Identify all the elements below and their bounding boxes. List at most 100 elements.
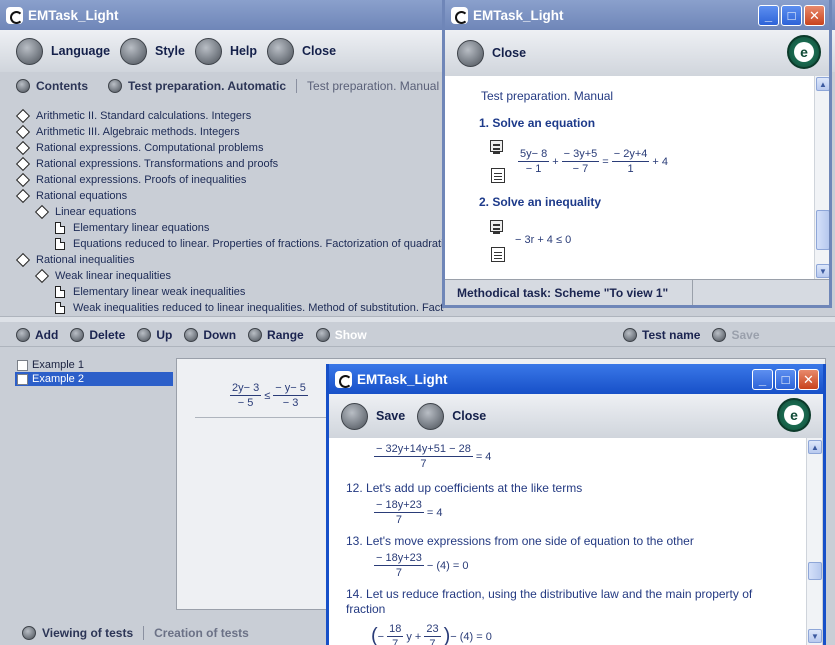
down-button[interactable]: Down [184, 328, 236, 342]
fraction: − 18y+23 7 [374, 499, 424, 526]
folder-diamond-icon [15, 252, 31, 268]
example-checkbox[interactable] [17, 373, 28, 385]
tree-item-label: Arithmetic II. Standard calculations. In… [36, 110, 252, 122]
tree-item[interactable]: Arithmetic II. Standard calculations. In… [14, 108, 444, 124]
orb-icon [108, 79, 122, 93]
tree-item[interactable]: Weak linear inequalities [14, 268, 444, 284]
tree-item[interactable]: Rational inequalities [14, 252, 444, 268]
scroll-up-icon[interactable]: ▲ [808, 440, 822, 454]
orb-icon [120, 37, 148, 65]
orb-icon [457, 39, 484, 67]
manual-toolbar: Close e [445, 30, 829, 76]
example-item[interactable]: Example 2 [15, 372, 173, 386]
close-button[interactable]: Close [267, 37, 336, 65]
up-button[interactable]: Up [137, 328, 172, 342]
orb-icon [184, 328, 199, 342]
folder-diamond-icon [15, 172, 31, 188]
close-icon[interactable]: ✕ [798, 369, 819, 390]
scroll-thumb[interactable] [816, 210, 829, 250]
orb-icon [16, 328, 30, 342]
minimize-icon[interactable]: _ [758, 5, 779, 26]
style-button[interactable]: Style [120, 37, 185, 65]
range-button[interactable]: Range [248, 328, 304, 342]
manual-close-button[interactable]: Close [457, 39, 526, 67]
tree-item[interactable]: Linear equations [14, 204, 444, 220]
orb-icon [315, 328, 330, 342]
test-name-button[interactable]: Test name [623, 328, 700, 342]
language-button[interactable]: Language [16, 37, 110, 65]
tree-item[interactable]: Rational expressions. Computational prob… [14, 140, 444, 156]
status-text: Methodical task: Scheme "To view 1" [445, 280, 693, 305]
example-item[interactable]: Example 1 [15, 358, 173, 372]
manual-heading: Test preparation. Manual [481, 89, 614, 103]
fraction: − y− 5− 3 [273, 382, 308, 409]
tab-contents[interactable]: Contents [6, 79, 98, 93]
tree-item[interactable]: Weak inequalities reduced to linear ineq… [14, 300, 444, 314]
document-icon [55, 222, 65, 234]
tree-item[interactable]: Rational expressions. Proofs of inequali… [14, 172, 444, 188]
tab-test-preparation-automatic[interactable]: Test preparation. Automatic [98, 79, 296, 93]
scroll-thumb[interactable] [808, 562, 822, 580]
orb-icon [16, 79, 30, 93]
orb-icon [341, 402, 368, 430]
close-icon[interactable]: ✕ [804, 5, 825, 26]
app-icon [335, 370, 352, 388]
solution-scrollbar[interactable]: ▲ ▼ [806, 438, 822, 645]
tab-test-preparation-manual[interactable]: Test preparation. Manual [296, 79, 449, 93]
save-test-button[interactable]: Save [712, 328, 760, 342]
orb-icon [267, 37, 295, 65]
manual-preview-window: EMTask_Light _ □ ✕ Close e Test preparat… [442, 0, 832, 308]
solution-save-button[interactable]: Save [341, 402, 405, 430]
actions-divider [0, 346, 835, 347]
app-icon [451, 6, 468, 24]
tab-creation-of-tests[interactable]: Creation of tests [143, 626, 259, 640]
scroll-down-icon[interactable]: ▼ [816, 264, 829, 278]
fraction: − 2y+4 1 [611, 148, 650, 175]
tree-item[interactable]: Rational expressions. Transformations an… [14, 156, 444, 172]
scroll-down-icon[interactable]: ▼ [808, 629, 822, 643]
solution-toolbar: Save Close e [329, 394, 823, 438]
main-tabs: Contents Test preparation. Automatic Tes… [6, 76, 449, 96]
scroll-up-icon[interactable]: ▲ [816, 77, 829, 91]
equation-1: 5y− 8− 1 + − 3y+5− 7 = − 2y+4 1 + 4 [518, 148, 668, 175]
document-icon[interactable] [491, 247, 505, 262]
orb-icon [248, 328, 263, 342]
tab-viewing-of-tests[interactable]: Viewing of tests [12, 626, 143, 640]
folder-diamond-icon [15, 108, 31, 124]
list-icon[interactable] [490, 220, 503, 232]
list-icon[interactable] [490, 140, 503, 152]
show-button[interactable]: Show [315, 328, 367, 342]
tree-item[interactable]: Elementary linear equations [14, 220, 444, 236]
tree-item-label: Linear equations [55, 206, 137, 218]
tree-item-label: Elementary linear equations [73, 222, 210, 234]
manual-titlebar[interactable]: EMTask_Light _ □ ✕ [445, 0, 829, 30]
topic-tree: Arithmetic II. Standard calculations. In… [14, 108, 444, 314]
orb-icon [194, 37, 222, 65]
tree-item[interactable]: Rational equations [14, 188, 444, 204]
minimize-icon[interactable]: _ [752, 369, 773, 390]
tree-item-label: Equations reduced to linear. Properties … [73, 238, 444, 250]
maximize-icon[interactable]: □ [775, 369, 796, 390]
step-12-result: − 18y+23 7 = 4 [374, 499, 443, 526]
solution-close-button[interactable]: Close [417, 402, 486, 430]
emtask-logo-icon: e [777, 398, 811, 432]
example-checkbox[interactable] [17, 359, 28, 371]
folder-diamond-icon [15, 140, 31, 156]
add-button[interactable]: Add [16, 328, 58, 342]
help-button[interactable]: Help [194, 37, 257, 65]
tree-item[interactable]: Arithmetic III. Algebraic methods. Integ… [14, 124, 444, 140]
app-icon [6, 6, 23, 24]
maximize-icon[interactable]: □ [781, 5, 802, 26]
step-11-result: − 32y+14y+51 − 28 7 = 4 [374, 443, 492, 470]
tree-item[interactable]: Equations reduced to linear. Properties … [14, 236, 444, 252]
step-13-result: − 18y+23 7 − (4) = 0 [374, 552, 469, 579]
solution-titlebar[interactable]: EMTask_Light _ □ ✕ [329, 364, 823, 394]
manual-title: EMTask_Light [473, 7, 564, 23]
document-icon[interactable] [491, 168, 505, 183]
step-14-text: 14. Let us reduce fraction, using the di… [346, 587, 753, 616]
document-icon [55, 238, 65, 250]
tree-item[interactable]: Elementary linear weak inequalities [14, 284, 444, 300]
emtask-logo-icon: e [787, 35, 821, 69]
delete-button[interactable]: Delete [70, 328, 125, 342]
manual-scrollbar[interactable]: ▲ ▼ [814, 76, 829, 279]
